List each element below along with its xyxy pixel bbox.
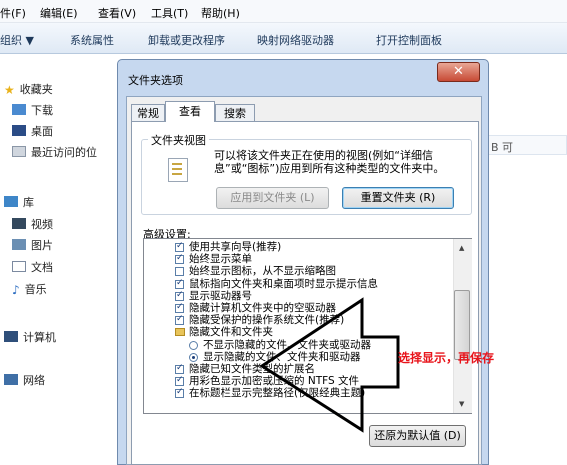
annotation-text: 选择显示，再保存 xyxy=(398,351,495,365)
annotation-arrow xyxy=(259,297,400,433)
tab-view[interactable]: 查看 xyxy=(165,101,215,122)
arrow-icon xyxy=(259,297,400,433)
